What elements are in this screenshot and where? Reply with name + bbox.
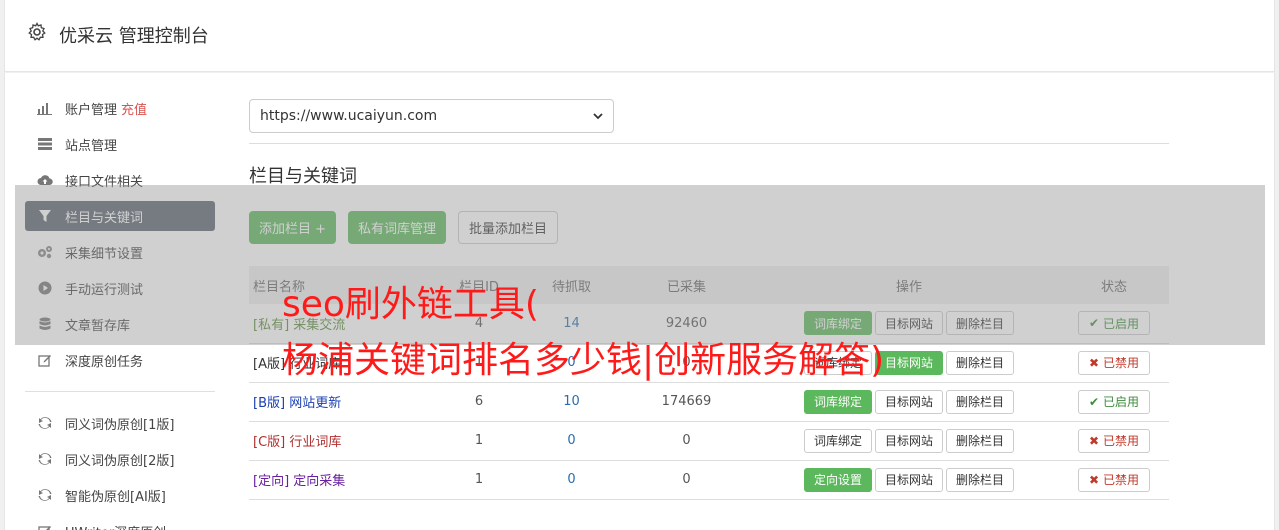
chevron-down-icon	[593, 113, 603, 120]
table-row: [定向] 定向采集 1 0 0 定向设置 目标网站 删除栏目 ✖ 已禁用	[249, 460, 1169, 499]
status-label: 已启用	[1102, 395, 1139, 409]
sidebar-item-ai-original[interactable]: 智能伪原创[AI版]	[25, 480, 215, 510]
sidebar-item-label: 站点管理	[65, 138, 118, 154]
target-site-button[interactable]: 目标网站	[874, 467, 943, 492]
target-site-button[interactable]: 目标网站	[874, 389, 943, 414]
delete-column-button[interactable]: 删除栏目	[946, 428, 1015, 453]
sidebar-item-label: UWriter深度原创	[65, 522, 166, 530]
edit-icon	[37, 523, 53, 530]
row-collected: 174669	[661, 394, 712, 409]
bind-lib-button[interactable]: 词库绑定	[803, 428, 872, 453]
delete-column-button[interactable]: 删除栏目	[946, 389, 1015, 414]
sidebar-divider	[25, 391, 215, 392]
row-id: 1	[474, 433, 484, 448]
row-id: 6	[474, 394, 484, 409]
status-label: 已禁用	[1102, 434, 1139, 448]
sidebar-item-deep-original[interactable]: 深度原创任务	[25, 345, 215, 375]
status-label: 已禁用	[1102, 356, 1139, 370]
divider	[249, 143, 1169, 144]
sidebar-item-label: 智能伪原创[AI版]	[65, 489, 166, 505]
target-site-button[interactable]: 目标网站	[874, 350, 943, 375]
status-disabled-button[interactable]: ✖ 已禁用	[1078, 350, 1150, 375]
direct-settings-button[interactable]: 定向设置	[803, 467, 872, 492]
server-icon	[37, 136, 53, 152]
delete-column-button[interactable]: 删除栏目	[946, 350, 1015, 375]
sidebar-item-account[interactable]: 账户管理 充值	[25, 93, 215, 123]
status-label: 已禁用	[1102, 473, 1139, 487]
row-name-link[interactable]: 网站更新	[289, 396, 341, 411]
close-icon: ✖	[1089, 472, 1100, 487]
site-select-value: https://www.ucaiyun.com	[260, 108, 438, 124]
row-pending[interactable]: 0	[529, 421, 614, 460]
row-pending[interactable]: 10	[529, 382, 614, 421]
site-select[interactable]: https://www.ucaiyun.com	[249, 99, 614, 133]
close-icon: ✖	[1089, 433, 1100, 448]
refresh-icon	[37, 415, 53, 431]
overlay-text-line2: 杨浦关键词排名多少钱|创新服务解答)	[282, 340, 885, 381]
sidebar-item-synonym-v1[interactable]: 同义词伪原创[1版]	[25, 408, 215, 438]
refresh-icon	[37, 487, 53, 503]
sidebar-item-label: 同义词伪原创[2版]	[65, 453, 175, 469]
check-icon: ✔	[1089, 394, 1100, 409]
gear-icon	[28, 22, 46, 41]
recharge-link[interactable]: 充值	[121, 99, 147, 118]
sidebar-item-label: 同义词伪原创[1版]	[65, 417, 175, 433]
row-collected: 0	[682, 433, 691, 448]
sidebar-item-uwriter[interactable]: UWriter深度原创	[25, 516, 215, 530]
bar-chart-icon	[37, 100, 53, 116]
row-prefix: [B版]	[253, 396, 286, 411]
status-disabled-button[interactable]: ✖ 已禁用	[1078, 428, 1150, 453]
row-id: 1	[474, 472, 484, 487]
row-prefix: [C版]	[253, 435, 286, 450]
row-name-link[interactable]: 定向采集	[293, 474, 345, 489]
row-prefix: [定向]	[253, 474, 290, 489]
sidebar-item-synonym-v2[interactable]: 同义词伪原创[2版]	[25, 444, 215, 474]
sidebar-item-sites[interactable]: 站点管理	[25, 129, 215, 159]
row-collected: 0	[682, 472, 691, 487]
close-icon: ✖	[1089, 355, 1100, 370]
target-site-button[interactable]: 目标网站	[874, 428, 943, 453]
row-pending[interactable]: 0	[529, 460, 614, 499]
table-row: [B版] 网站更新 6 10 174669 词库绑定 目标网站 删除栏目 ✔ 已…	[249, 382, 1169, 421]
delete-column-button[interactable]: 删除栏目	[946, 467, 1015, 492]
edit-icon	[37, 352, 53, 368]
bind-lib-button[interactable]: 词库绑定	[803, 389, 872, 414]
top-bar: 优采云 管理控制台	[4, 0, 1275, 72]
app-title: 优采云 管理控制台	[59, 26, 209, 47]
overlay-text-line1: seo刷外链工具(	[282, 284, 539, 325]
sidebar-item-label: 账户管理	[65, 102, 118, 118]
table-row: [C版] 行业词库 1 0 0 词库绑定 目标网站 删除栏目 ✖ 已禁用	[249, 421, 1169, 460]
status-disabled-button[interactable]: ✖ 已禁用	[1078, 467, 1150, 492]
row-name-link[interactable]: 行业词库	[289, 435, 341, 450]
sidebar-item-label: 深度原创任务	[65, 354, 144, 370]
refresh-icon	[37, 451, 53, 467]
status-enabled-button[interactable]: ✔ 已启用	[1078, 389, 1150, 414]
row-prefix: [A版]	[253, 357, 286, 372]
overlay-banner	[15, 185, 1265, 345]
